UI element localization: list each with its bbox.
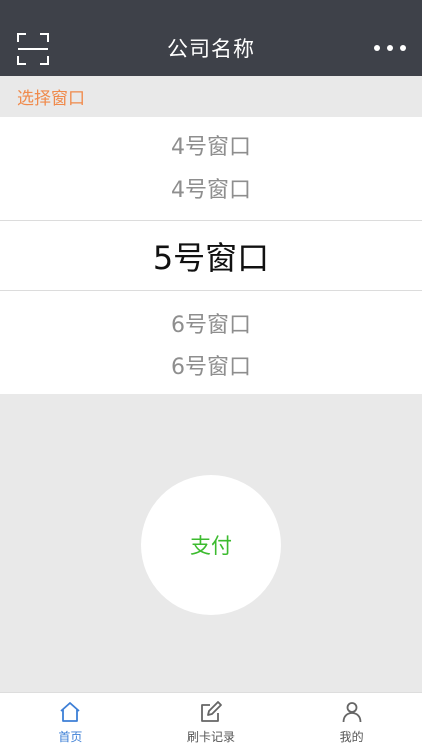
more-dot	[400, 45, 406, 51]
nav-bar: 公司名称	[0, 20, 422, 76]
tab-label: 刷卡记录	[187, 730, 236, 744]
section-label: 选择窗口	[0, 76, 422, 117]
tab-label: 我的	[339, 730, 364, 744]
tab-mine[interactable]: 我的	[281, 693, 422, 750]
picker-item[interactable]: 6号窗口	[0, 307, 422, 339]
page-title: 公司名称	[167, 37, 255, 61]
tab-bar: 首页 刷卡记录 我的	[0, 692, 422, 750]
picker-item[interactable]: 4号窗口	[0, 129, 422, 161]
more-dot	[387, 45, 393, 51]
more-dot	[374, 45, 380, 51]
scan-icon[interactable]	[17, 33, 49, 65]
tab-label: 首页	[58, 730, 83, 744]
picker-item[interactable]: 4号窗口	[0, 172, 422, 204]
home-icon	[60, 702, 80, 722]
tab-card-records[interactable]: 刷卡记录	[141, 693, 282, 750]
picker-selected-item[interactable]: 5号窗口	[0, 220, 422, 291]
tab-home[interactable]: 首页	[0, 693, 141, 750]
status-bar	[0, 0, 422, 20]
picker-item[interactable]: 6号窗口	[0, 349, 422, 381]
user-icon	[342, 702, 362, 723]
edit-icon	[201, 701, 222, 722]
more-icon[interactable]	[374, 40, 406, 56]
pay-button[interactable]: 支付	[141, 475, 281, 615]
window-picker[interactable]: 4号窗口 4号窗口 5号窗口 6号窗口 6号窗口	[0, 117, 422, 394]
